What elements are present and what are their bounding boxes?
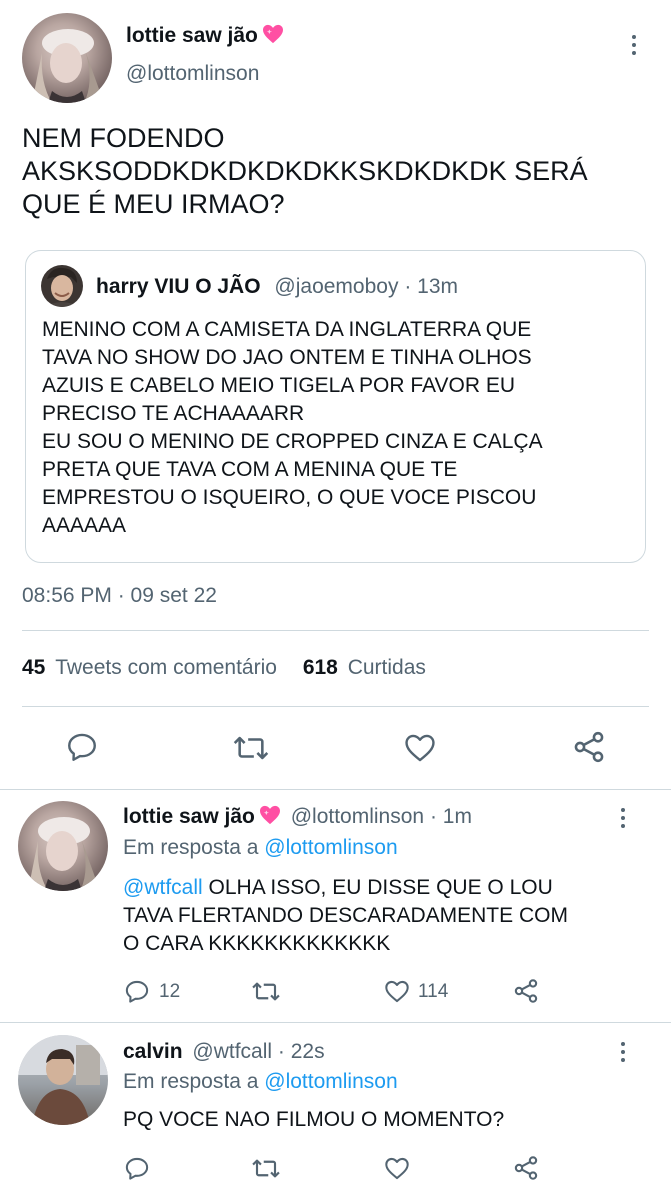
reply1-mention-link[interactable]: @wtfcall (123, 876, 203, 899)
quoted-tweet-text: MENINO COM A CAMISETA DA INGLATERRA QUE … (42, 318, 543, 537)
reply1-share-icon[interactable] (512, 977, 540, 1005)
quote-tweets-stat[interactable]: 45 Tweets com comentário (22, 656, 283, 679)
reply1-author-avatar[interactable] (18, 801, 108, 891)
main-display-name[interactable]: lottie saw jão (126, 24, 284, 48)
main-author-avatar[interactable] (22, 13, 112, 103)
reply2-reply-to-link[interactable]: @lottomlinson (264, 1070, 397, 1093)
quoted-author-avatar[interactable] (41, 265, 83, 307)
reply-icon[interactable] (64, 730, 100, 764)
pink-heart-emoji-icon (262, 24, 284, 44)
pink-heart-emoji-icon (259, 805, 281, 825)
main-tweet-text: NEM FODENDO AKSKSODDKDKDKDKDKKSKDKDKDK S… (22, 123, 588, 219)
reply2-retweet-icon[interactable] (250, 1155, 282, 1182)
reply1-text: @wtfcall OLHA ISSO, EU DISSE QUE O LOU T… (123, 876, 568, 955)
quoted-header: harry VIU O JÃO @jaoemoboy · 13m (96, 275, 458, 299)
stats-row: 45 Tweets com comentário 618 Curtidas (22, 656, 426, 680)
quoted-display-name[interactable]: harry VIU O JÃO (96, 275, 261, 298)
reply1-reply-to-link[interactable]: @lottomlinson (264, 836, 397, 859)
reply2-handle[interactable]: @wtfcall (192, 1040, 272, 1063)
share-icon[interactable] (571, 729, 607, 765)
reply2-author-avatar[interactable] (18, 1035, 108, 1125)
reply2-reply-icon[interactable] (123, 1155, 151, 1182)
reply1-header: lottie saw jão @lottomlinson · 1m (123, 805, 472, 829)
reply2-reply-context: Em resposta a @lottomlinson (123, 1070, 398, 1093)
likes-stat[interactable]: 618 Curtidas (303, 656, 426, 679)
reply1-like-heart-icon[interactable] (383, 978, 411, 1005)
reply2-header: calvin @wtfcall · 22s (123, 1040, 325, 1064)
reply1-reply-icon[interactable] (123, 978, 151, 1005)
quoted-handle[interactable]: @jaoemoboy (274, 275, 398, 298)
more-icon[interactable] (618, 1042, 628, 1062)
reply1-age: · 1m (429, 805, 472, 828)
reply2-like-heart-icon[interactable] (383, 1155, 411, 1182)
divider (22, 630, 649, 631)
reply2-display-name[interactable]: calvin (123, 1040, 183, 1063)
main-handle[interactable]: @lottomlinson (126, 62, 259, 86)
more-icon[interactable] (618, 808, 628, 828)
reply1-reply-context: Em resposta a @lottomlinson (123, 836, 398, 859)
divider (22, 706, 649, 707)
reply1-display-name[interactable]: lottie saw jão (123, 805, 255, 828)
reply1-retweet-icon[interactable] (250, 978, 282, 1005)
like-heart-icon[interactable] (402, 731, 438, 765)
quoted-age: · 13m (404, 275, 458, 298)
divider (0, 789, 671, 790)
retweet-icon[interactable] (231, 731, 271, 765)
reply1-reply-count: 12 (159, 981, 181, 1002)
divider (0, 1022, 671, 1023)
reply2-age: · 22s (277, 1040, 325, 1063)
reply1-handle[interactable]: @lottomlinson (291, 805, 424, 828)
tweet-timestamp[interactable]: 08:56 PM · 09 set 22 (22, 584, 217, 608)
reply1-like-count: 114 (418, 981, 449, 1002)
reply2-share-icon[interactable] (512, 1154, 540, 1182)
more-icon[interactable] (629, 35, 639, 55)
reply2-text: PQ VOCE NAO FILMOU O MOMENTO? (123, 1108, 505, 1131)
